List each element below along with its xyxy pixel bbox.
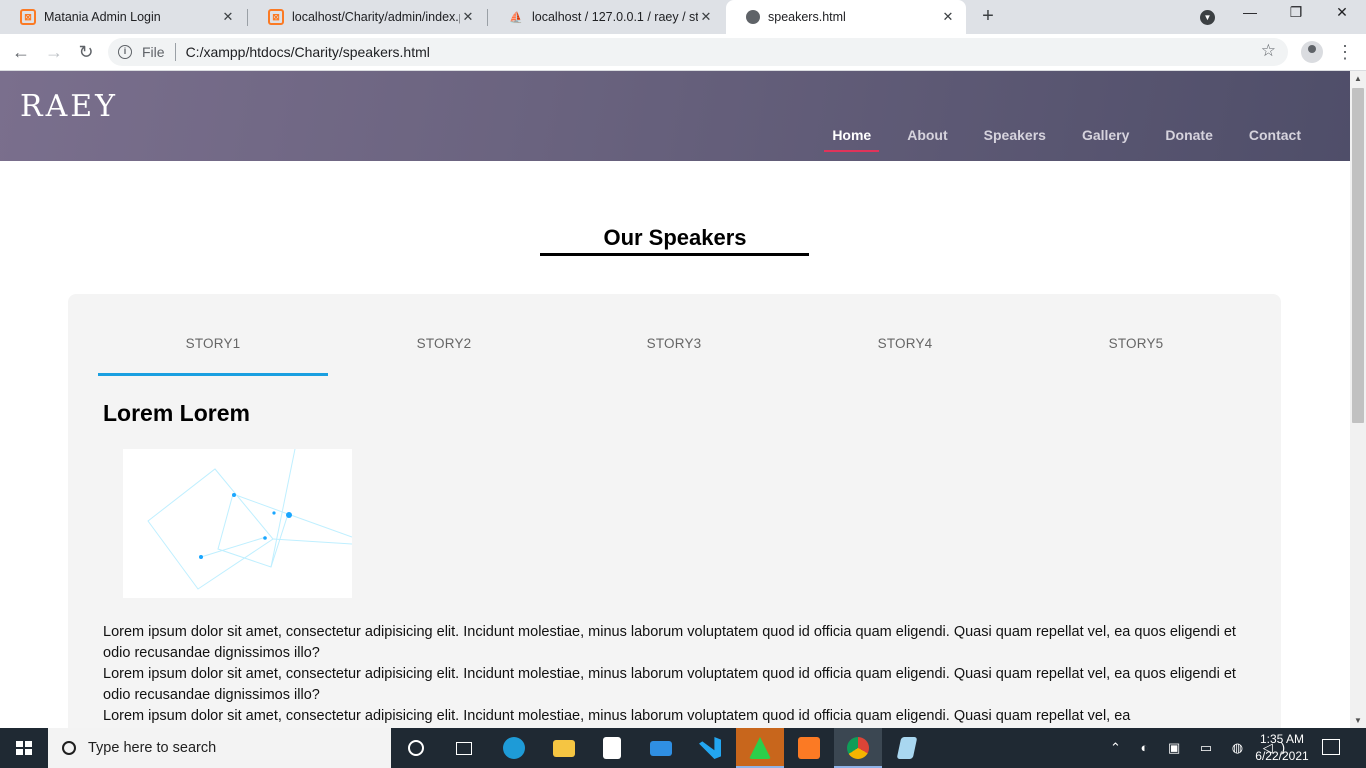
cortana-icon[interactable]: [392, 728, 440, 768]
clock-date: 6/22/2021: [1255, 749, 1309, 763]
phpmyadmin-icon: ⛵: [509, 11, 523, 24]
tab-title: speakers.html: [768, 10, 846, 24]
story-heading: Lorem Lorem: [103, 400, 250, 426]
story-image: [123, 448, 353, 598]
info-icon[interactable]: i: [118, 45, 132, 59]
start-button[interactable]: [0, 728, 48, 768]
scroll-thumb[interactable]: [1352, 88, 1364, 423]
globe-icon: [746, 10, 760, 24]
tab-story3[interactable]: STORY3: [559, 294, 789, 376]
back-icon[interactable]: ←: [10, 41, 32, 63]
minimize-button[interactable]: —: [1227, 4, 1273, 26]
profile-avatar-icon[interactable]: [1301, 41, 1323, 63]
site-header: RAEY Home About Speakers Gallery Donate …: [0, 71, 1350, 161]
edge-icon[interactable]: [490, 728, 538, 768]
browser-tab-strip: ⊠ Matania Admin Login ✕ ⊠ localhost/Char…: [0, 0, 1366, 34]
url-scheme: File: [142, 44, 165, 60]
browser-tab[interactable]: ⊠ Matania Admin Login ✕: [0, 0, 246, 34]
new-tab-button[interactable]: +: [977, 5, 999, 27]
tab-title: Matania Admin Login: [44, 10, 161, 24]
tab-story1[interactable]: STORY1: [98, 294, 328, 376]
page-scrollbar[interactable]: ▲ ▼: [1350, 71, 1366, 728]
title-underline: [540, 253, 809, 256]
taskbar-clock[interactable]: 1:35 AM 6/22/2021: [1252, 731, 1312, 765]
nav-donate[interactable]: Donate: [1165, 127, 1212, 143]
notepad-icon[interactable]: [883, 728, 931, 768]
mail-icon[interactable]: [637, 728, 685, 768]
xampp-taskbar-icon[interactable]: [785, 728, 833, 768]
close-icon[interactable]: ✕: [460, 9, 476, 25]
scroll-down-icon[interactable]: ▼: [1354, 716, 1362, 725]
close-icon[interactable]: ✕: [220, 9, 236, 25]
nav-home[interactable]: Home: [824, 127, 880, 152]
url-text[interactable]: C:/xampp/htdocs/Charity/speakers.html: [186, 44, 430, 60]
clock-time: 1:35 AM: [1259, 732, 1305, 746]
search-placeholder: Type here to search: [88, 740, 217, 756]
address-bar[interactable]: i File C:/xampp/htdocs/Charity/speakers.…: [108, 38, 1288, 66]
story-tabs: STORY1 STORY2 STORY3 STORY4 STORY5: [98, 294, 1251, 376]
page-viewport: RAEY Home About Speakers Gallery Donate …: [0, 71, 1350, 728]
browser-toolbar: ← → ↻ i File C:/xampp/htdocs/Charity/spe…: [0, 34, 1366, 71]
network-graphic: [147, 448, 353, 590]
main-nav: Home About Speakers Gallery Donate Conta…: [824, 127, 1350, 152]
app-green-icon[interactable]: [736, 728, 784, 768]
address-separator: [174, 43, 176, 61]
bookmark-star-icon[interactable]: ☆: [1261, 41, 1276, 61]
story-paragraph: Lorem ipsum dolor sit amet, consectetur …: [103, 624, 1236, 661]
tab-story2[interactable]: STORY2: [329, 294, 559, 376]
forward-icon[interactable]: →: [43, 41, 65, 63]
story-paragraph: Lorem ipsum dolor sit amet, consectetur …: [103, 666, 1236, 703]
file-explorer-icon[interactable]: [540, 728, 588, 768]
notification-center-icon[interactable]: [1322, 739, 1340, 755]
nav-contact[interactable]: Contact: [1249, 127, 1301, 143]
chrome-icon[interactable]: [834, 728, 882, 768]
story-paragraph: Lorem ipsum dolor sit amet, consectetur …: [103, 708, 1131, 724]
windows-taskbar: Type here to search ⌃ ◐ ▣ ▭ ◍ ◁) 1:35 AM…: [0, 728, 1366, 768]
task-view-icon[interactable]: [440, 728, 488, 768]
stories-card: STORY1 STORY2 STORY3 STORY4 STORY5 Lorem…: [68, 294, 1281, 728]
tab-title: localhost / 127.0.0.1 / raey / story: [532, 10, 698, 24]
menu-kebab-icon[interactable]: ⋮: [1335, 40, 1355, 64]
store-icon[interactable]: [588, 728, 636, 768]
xampp-icon: ⊠: [20, 9, 36, 25]
reload-icon[interactable]: ↻: [75, 41, 97, 63]
story-text: Lorem ipsum dolor sit amet, consectetur …: [103, 622, 1253, 727]
tab-search-icon[interactable]: ▼: [1200, 10, 1215, 25]
section-title: Our Speakers: [603, 225, 747, 250]
site-logo[interactable]: RAEY: [20, 89, 118, 124]
xampp-icon: ⊠: [268, 9, 284, 25]
close-icon[interactable]: ✕: [698, 9, 714, 25]
window-close-button[interactable]: ✕: [1319, 4, 1365, 26]
windows-logo-icon: [16, 741, 32, 755]
taskbar-search[interactable]: Type here to search: [48, 728, 391, 768]
browser-tab-active[interactable]: speakers.html ✕: [726, 0, 966, 34]
scroll-up-icon[interactable]: ▲: [1354, 74, 1362, 83]
restore-button[interactable]: ❐: [1273, 4, 1319, 26]
nav-about[interactable]: About: [907, 127, 947, 143]
tab-story5[interactable]: STORY5: [1021, 294, 1251, 376]
nav-speakers[interactable]: Speakers: [984, 127, 1046, 143]
tab-story4[interactable]: STORY4: [790, 294, 1020, 376]
browser-tab[interactable]: ⛵ localhost / 127.0.0.1 / raey / story ✕: [488, 0, 724, 34]
close-icon[interactable]: ✕: [940, 9, 956, 25]
vscode-icon[interactable]: [686, 728, 734, 768]
nav-gallery[interactable]: Gallery: [1082, 127, 1129, 143]
tab-title: localhost/Charity/admin/index.php: [292, 10, 460, 24]
search-icon: [62, 741, 76, 755]
browser-tab[interactable]: ⊠ localhost/Charity/admin/index.php ✕: [248, 0, 486, 34]
